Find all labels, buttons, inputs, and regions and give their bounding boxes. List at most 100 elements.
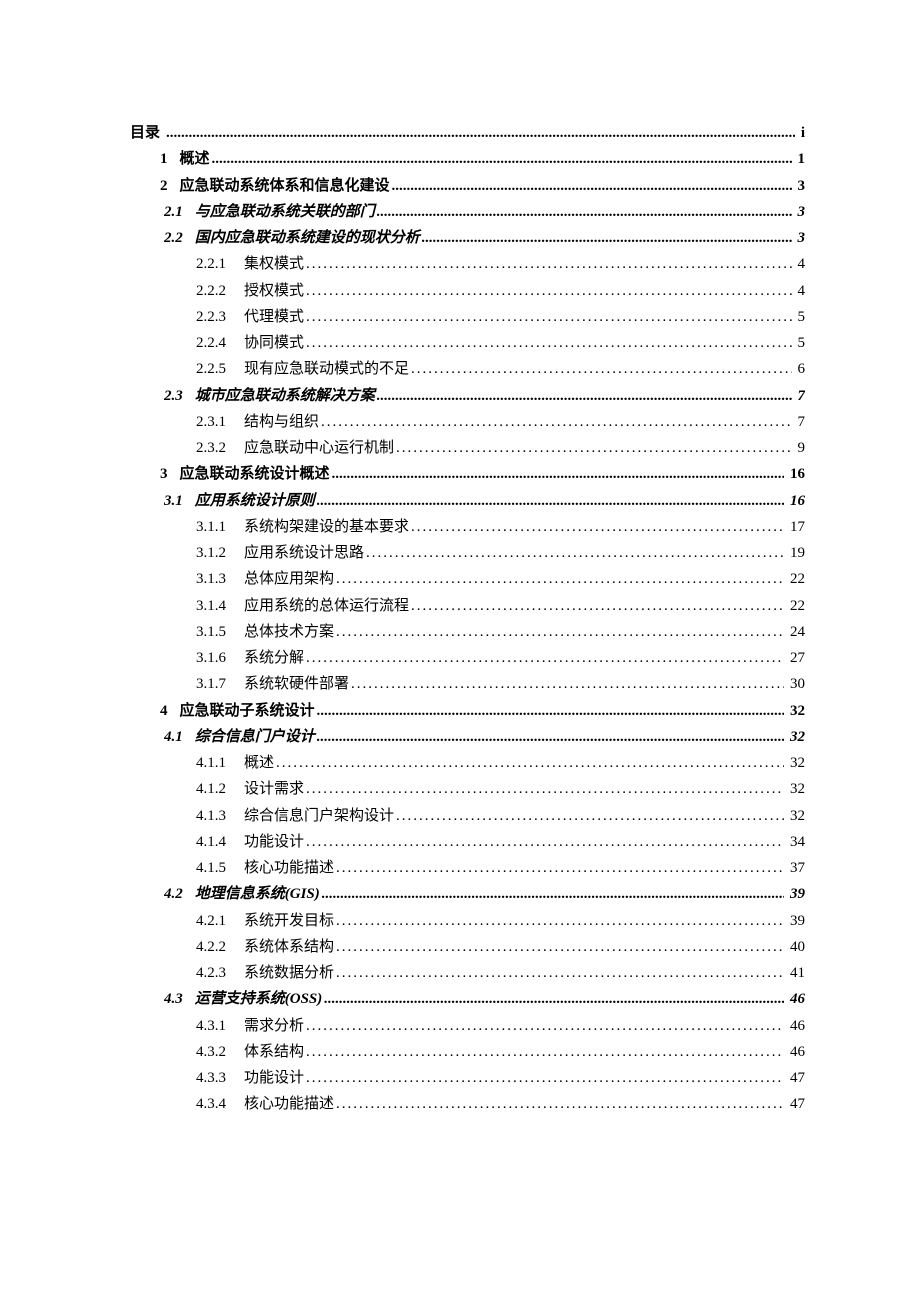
toc-entry-title: 总体技术方案: [244, 619, 334, 645]
toc-entry-number: 3.1.4: [196, 593, 244, 619]
toc-entry: 4.1.4功能设计...............................…: [196, 829, 805, 855]
toc-entry: 4应急联动子系统设计..............................…: [160, 698, 805, 724]
toc-entry-number: 3.1: [164, 488, 195, 514]
toc-entry-number: 4.1.3: [196, 803, 244, 829]
toc-entry-number: 2.3.1: [196, 409, 244, 435]
toc-entry-number: 3.1.6: [196, 645, 244, 671]
toc-entry-title: 功能设计: [244, 829, 304, 855]
toc-entry-title: 总体应用架构: [244, 566, 334, 592]
toc-entry-page: 40: [786, 934, 805, 960]
toc-entry-page: 24: [786, 619, 805, 645]
toc-leader-dots: ........................................…: [411, 514, 784, 540]
toc-leader-dots: ........................................…: [306, 1065, 784, 1091]
toc-entry-number: 4.2.3: [196, 960, 244, 986]
toc-entry-page: 3: [794, 225, 806, 251]
toc-entry-page: 22: [786, 593, 805, 619]
toc-entry-number: 4.2: [164, 881, 195, 907]
toc-entry-page: 32: [786, 750, 805, 776]
toc-entry-title: 协同模式: [244, 330, 304, 356]
toc-entry-title: 系统数据分析: [244, 960, 334, 986]
toc-entry-page: 7: [794, 383, 806, 409]
toc-entry-title: 核心功能描述: [244, 855, 334, 881]
toc-leader-dots: ........................................…: [321, 409, 791, 435]
table-of-contents: 目录......................................…: [130, 120, 805, 1118]
toc-entry-number: 2.2: [164, 225, 195, 251]
toc-entry-title: 体系结构: [244, 1039, 304, 1065]
toc-leader-dots: ........................................…: [336, 934, 784, 960]
toc-entry-title: 系统构架建设的基本要求: [244, 514, 409, 540]
toc-entry-number: 4.3: [164, 986, 195, 1012]
toc-entry-page: 3: [794, 199, 806, 225]
toc-entry-page: 19: [786, 540, 805, 566]
toc-leader-dots: ........................................…: [212, 146, 792, 172]
toc-entry-page: 39: [786, 908, 805, 934]
toc-entry-number: 3.1.5: [196, 619, 244, 645]
toc-entry-number: 4.3.4: [196, 1091, 244, 1117]
toc-entry-page: 46: [786, 1039, 805, 1065]
toc-entry-number: 2.3: [164, 383, 195, 409]
toc-entry-page: 30: [786, 671, 805, 697]
toc-entry-page: 5: [794, 330, 806, 356]
toc-entry: 3.1应用系统设计原则.............................…: [164, 488, 805, 514]
toc-entry-number: 4.1.1: [196, 750, 244, 776]
toc-entry: 2.2.4协同模式...............................…: [196, 330, 805, 356]
toc-entry: 4.1综合信息门户设计.............................…: [164, 724, 805, 750]
toc-entry-number: 3.1.7: [196, 671, 244, 697]
toc-entry-title: 系统软硬件部署: [244, 671, 349, 697]
toc-entry: 3.1.6系统分解...............................…: [196, 645, 805, 671]
toc-entry: 4.3.3功能设计...............................…: [196, 1065, 805, 1091]
toc-entry: 4.3.1需求分析...............................…: [196, 1013, 805, 1039]
toc-entry: 2.2国内应急联动系统建设的现状分析......................…: [164, 225, 805, 251]
toc-leader-dots: ........................................…: [317, 724, 784, 750]
toc-entry-page: 39: [786, 881, 805, 907]
toc-leader-dots: ........................................…: [336, 855, 784, 881]
toc-entry-number: 2.2.2: [196, 278, 244, 304]
toc-entry-page: 27: [786, 645, 805, 671]
toc-entry: 4.2.3系统数据分析.............................…: [196, 960, 805, 986]
toc-entry-page: 16: [786, 488, 805, 514]
toc-entry-page: 32: [786, 698, 805, 724]
toc-entry-number: 2.2.3: [196, 304, 244, 330]
toc-entry-title: 与应急联动系统关联的部门: [195, 199, 375, 225]
toc-entry-number: 4.3.1: [196, 1013, 244, 1039]
toc-leader-dots: ........................................…: [351, 671, 784, 697]
toc-entry-title: 应急联动中心运行机制: [244, 435, 394, 461]
toc-entry-page: 32: [786, 776, 805, 802]
toc-entry-page: 1: [794, 146, 806, 172]
toc-leader-dots: ........................................…: [276, 750, 784, 776]
toc-entry-page: 17: [786, 514, 805, 540]
toc-leader-dots: ........................................…: [306, 251, 791, 277]
toc-entry-page: 7: [794, 409, 806, 435]
toc-entry-number: 4.3.2: [196, 1039, 244, 1065]
toc-entry-number: 4.1.5: [196, 855, 244, 881]
toc-entry: 4.2地理信息系统(GIS)..........................…: [164, 881, 805, 907]
toc-entry-page: 47: [786, 1065, 805, 1091]
toc-entry-title: 现有应急联动模式的不足: [244, 356, 409, 382]
toc-leader-dots: ........................................…: [411, 356, 791, 382]
toc-entry-title: 功能设计: [244, 1065, 304, 1091]
toc-entry-title: 结构与组织: [244, 409, 319, 435]
toc-entry-title: 代理模式: [244, 304, 304, 330]
toc-entry-page: 16: [786, 461, 805, 487]
toc-entry-page: 32: [786, 724, 805, 750]
toc-entry-page: 6: [794, 356, 806, 382]
toc-entry-title: 综合信息门户设计: [195, 724, 315, 750]
toc-leader-dots: ........................................…: [324, 986, 784, 1012]
toc-entry-page: 46: [786, 1013, 805, 1039]
toc-entry-number: 2.2.5: [196, 356, 244, 382]
toc-entry-title: 应用系统设计原则: [195, 488, 315, 514]
toc-leader-dots: ........................................…: [166, 120, 795, 146]
toc-leader-dots: ........................................…: [336, 566, 784, 592]
toc-leader-dots: ........................................…: [317, 488, 784, 514]
toc-entry: 2.2.2授权模式...............................…: [196, 278, 805, 304]
toc-entry-number: 4.1.4: [196, 829, 244, 855]
toc-leader-dots: ........................................…: [336, 960, 784, 986]
toc-leader-dots: ........................................…: [332, 461, 784, 487]
toc-entry-page: 41: [786, 960, 805, 986]
toc-entry-page: 5: [794, 304, 806, 330]
toc-entry-number: 3: [160, 461, 180, 487]
toc-entry-number: 3.1.2: [196, 540, 244, 566]
toc-entry-title: 需求分析: [244, 1013, 304, 1039]
toc-leader-dots: ........................................…: [422, 225, 792, 251]
toc-entry-title: 概述: [244, 750, 274, 776]
